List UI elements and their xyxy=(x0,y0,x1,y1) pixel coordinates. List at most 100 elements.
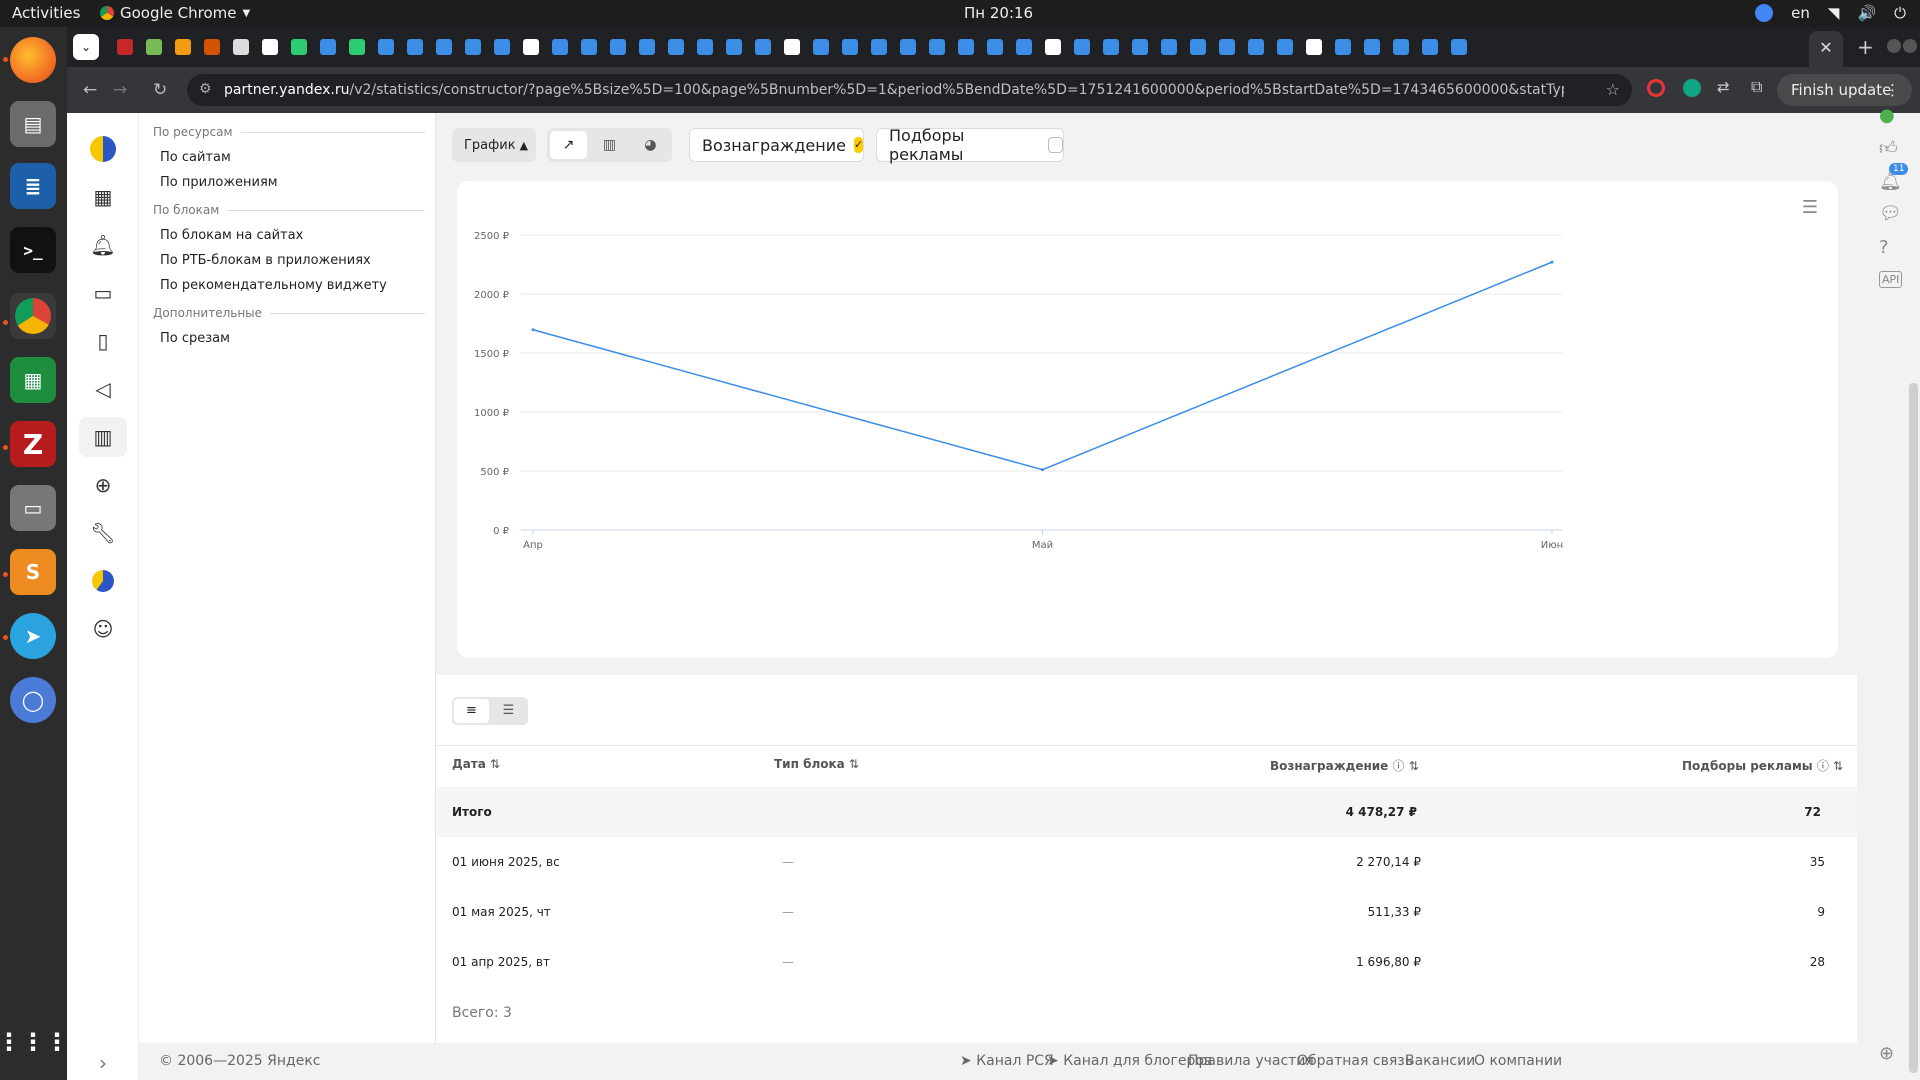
tree-view-icon[interactable]: ☰ xyxy=(491,699,526,723)
footer-link-about[interactable]: О компании xyxy=(1474,1053,1562,1069)
footer-link-rsya[interactable]: ➤ Канал РСЯ xyxy=(960,1053,1054,1069)
tab-favicon[interactable] xyxy=(784,39,800,55)
expand-chevron-icon[interactable]: › xyxy=(79,1043,127,1080)
flat-view-icon[interactable]: ≡ xyxy=(454,699,489,723)
globe-icon[interactable]: ⊕ xyxy=(1879,1043,1894,1064)
alien-icon[interactable]: ● xyxy=(1879,105,1895,126)
tab-favicon[interactable] xyxy=(291,39,307,55)
active-tab[interactable]: ✕ xyxy=(1809,31,1843,67)
filezilla-icon[interactable]: Z xyxy=(10,421,56,467)
menu-item-sites[interactable]: По сайтам xyxy=(160,150,231,165)
tab-favicon[interactable] xyxy=(755,39,771,55)
add-circle-icon[interactable]: ⊕ xyxy=(79,465,127,505)
chrome-indicator-icon[interactable] xyxy=(1755,4,1774,22)
tab-favicon[interactable] xyxy=(1045,39,1061,55)
tab-favicon[interactable] xyxy=(1306,39,1322,55)
footer-link-rules[interactable]: Правила участия xyxy=(1188,1053,1314,1069)
tab-favicon[interactable] xyxy=(697,39,713,55)
metric-ad-selections-chip[interactable]: Подборы рекламы xyxy=(876,126,1064,164)
tab-favicon[interactable] xyxy=(639,39,655,55)
tab-favicon[interactable] xyxy=(117,39,133,55)
line-chart-icon[interactable]: ↗ xyxy=(550,131,587,159)
tab-favicon[interactable] xyxy=(204,39,220,55)
writer-icon[interactable]: ≣ xyxy=(10,163,56,209)
bookmark-star-icon[interactable]: ☆ xyxy=(1606,80,1620,99)
reload-icon[interactable]: ↻ xyxy=(153,80,167,100)
checkbox-checked-icon[interactable]: ✓ xyxy=(853,137,864,153)
smile-icon[interactable]: ☺ xyxy=(79,609,127,649)
yandex-service-icon[interactable] xyxy=(79,561,127,601)
help-circle-icon[interactable]: ? xyxy=(1879,237,1889,258)
footer-link-vacancies[interactable]: Вакансии xyxy=(1405,1053,1475,1069)
tab-favicon[interactable] xyxy=(1161,39,1177,55)
menu-item-slices[interactable]: По срезам xyxy=(160,331,230,346)
back-icon[interactable]: ← xyxy=(83,80,97,100)
column-header-block-type[interactable]: Тип блока ⇅ xyxy=(774,757,859,771)
bell-icon[interactable]: 🔔︎ xyxy=(79,225,127,265)
show-apps-icon[interactable]: ⋮⋮⋮ xyxy=(0,1019,69,1065)
graph-toggle-button[interactable]: График ▲ xyxy=(452,128,536,162)
tab-favicon[interactable] xyxy=(987,39,1003,55)
telegram-icon[interactable]: ➤ xyxy=(10,613,56,659)
tab-favicon[interactable] xyxy=(233,39,249,55)
language-indicator[interactable]: en xyxy=(1791,4,1810,22)
tab-favicon[interactable] xyxy=(1219,39,1235,55)
tab-favicon[interactable] xyxy=(842,39,858,55)
volume-icon[interactable]: 🔊 xyxy=(1857,4,1876,22)
tab-favicon[interactable] xyxy=(929,39,945,55)
column-header-reward[interactable]: Вознаграждение ⓘ ⇅ xyxy=(1270,757,1419,774)
files-icon[interactable]: ▤ xyxy=(10,101,56,147)
column-header-date[interactable]: Дата ⇅ xyxy=(452,757,500,771)
finish-update-button[interactable]: Finish update ⋮ xyxy=(1777,74,1912,106)
activities-button[interactable]: Activities xyxy=(12,4,80,22)
menu-item-widget[interactable]: По рекомендательному виджету xyxy=(160,278,387,293)
tab-favicon[interactable] xyxy=(320,39,336,55)
tab-favicon[interactable] xyxy=(813,39,829,55)
tab-favicon[interactable] xyxy=(1364,39,1380,55)
calc-icon[interactable]: ▦ xyxy=(10,357,56,403)
tab-search-chevron-icon[interactable]: ⌄ xyxy=(73,34,99,60)
firefox-icon[interactable] xyxy=(10,37,56,83)
new-tab-icon[interactable]: + xyxy=(1857,35,1874,59)
tab-favicon[interactable] xyxy=(262,39,278,55)
bar-chart-icon[interactable]: ▥ xyxy=(591,131,628,159)
wifi-icon[interactable]: ◥ xyxy=(1828,4,1840,22)
chat-icon[interactable]: 💬︎ xyxy=(1879,203,1902,224)
pie-chart-icon[interactable]: ◕ xyxy=(632,131,669,159)
tab-favicon[interactable] xyxy=(1422,39,1438,55)
tab-favicon[interactable] xyxy=(581,39,597,55)
tab-favicon[interactable] xyxy=(1016,39,1032,55)
tab-favicon[interactable] xyxy=(871,39,887,55)
tab-favicon[interactable] xyxy=(1393,39,1409,55)
tab-favicon[interactable] xyxy=(958,39,974,55)
tab-favicon[interactable] xyxy=(494,39,510,55)
address-bar[interactable]: ⚙ partner.yandex.ru/v2/statistics/constr… xyxy=(187,74,1632,106)
tab-favicon[interactable] xyxy=(1074,39,1090,55)
mobile-icon[interactable]: ▯ xyxy=(79,321,127,361)
dashboard-icon[interactable]: ▦ xyxy=(79,177,127,217)
statistics-icon[interactable]: ▥ xyxy=(79,417,127,457)
tab-favicon[interactable] xyxy=(349,39,365,55)
tab-favicon[interactable] xyxy=(465,39,481,55)
campaign-icon[interactable]: ◁ xyxy=(79,369,127,409)
tab-favicon[interactable] xyxy=(1277,39,1293,55)
checkbox-unchecked-icon[interactable] xyxy=(1047,137,1063,153)
footer-link-feedback[interactable]: Обратная связь xyxy=(1297,1053,1413,1069)
tab-favicon[interactable] xyxy=(378,39,394,55)
tab-favicon[interactable] xyxy=(1335,39,1351,55)
tab-favicon[interactable] xyxy=(407,39,423,55)
tab-favicon[interactable] xyxy=(175,39,191,55)
tab-favicon[interactable] xyxy=(552,39,568,55)
sublime-icon[interactable]: S xyxy=(10,549,56,595)
app-menu[interactable]: Google Chrome ▼ xyxy=(100,4,250,22)
translate-extension-icon[interactable]: ⇄ xyxy=(1717,78,1730,96)
close-icon[interactable]: ✕ xyxy=(1819,38,1832,57)
system-tray[interactable]: en ◥ 🔊 ⏻ xyxy=(1755,4,1906,22)
tab-favicon[interactable] xyxy=(726,39,742,55)
clock[interactable]: Пн 20:16 xyxy=(964,4,1033,22)
menu-item-site-blocks[interactable]: По блокам на сайтах xyxy=(160,228,303,243)
forward-icon[interactable]: → xyxy=(113,80,127,100)
chromium-icon[interactable]: ◯ xyxy=(10,677,56,723)
tab-favicon[interactable] xyxy=(1248,39,1264,55)
like-icon[interactable]: 👍︎ xyxy=(1879,137,1898,159)
